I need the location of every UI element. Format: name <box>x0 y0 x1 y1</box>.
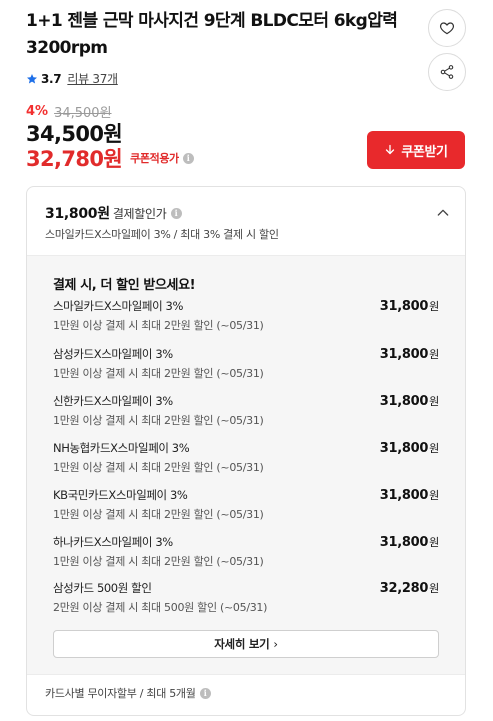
view-details-button[interactable]: 자세히 보기 › <box>53 630 439 658</box>
view-details-label: 자세히 보기 <box>214 637 270 651</box>
get-coupon-label: 쿠폰받기 <box>401 144 448 160</box>
list-item: KB국민카드X스마일페이 3% 1만원 이상 결제 시 최대 2만원 할인 (~… <box>53 487 439 527</box>
heart-icon <box>439 22 455 35</box>
list-item: 삼성카드X스마일페이 3% 1만원 이상 결제 시 최대 2만원 할인 (~05… <box>53 346 439 386</box>
list-item: NH농협카드X스마일페이 3% 1만원 이상 결제 시 최대 2만원 할인 (~… <box>53 440 439 480</box>
download-arrow-icon <box>386 144 395 155</box>
offer-price: 31,800원 <box>379 488 439 503</box>
offer-name: NH농협카드X스마일페이 3% <box>53 441 190 455</box>
coupon-price-row: 32,780원 쿠폰적용가 i <box>26 143 194 173</box>
list-item: 삼성카드 500원 할인 2만원 이상 결제 시 최대 500원 할인 (~05… <box>53 580 439 620</box>
card-offers-panel: 결제 시, 더 할인 받으세요! 스마일카드X스마일페이 3% 1만원 이상 결… <box>27 255 465 675</box>
best-card-subtext: 스마일카드X스마일페이 3% / 최대 3% 결제 시 할인 <box>45 228 279 241</box>
list-item: 신한카드X스마일페이 3% 1만원 이상 결제 시 최대 2만원 할인 (~05… <box>53 393 439 433</box>
best-card-label: 결제할인가 <box>112 206 167 221</box>
offer-price: 32,280원 <box>379 581 439 596</box>
offer-price: 31,800원 <box>379 535 439 550</box>
review-link[interactable]: 리뷰 37개 <box>67 70 118 87</box>
get-coupon-button[interactable]: 쿠폰받기 <box>367 131 465 169</box>
offer-name: 삼성카드 500원 할인 <box>53 581 152 595</box>
offer-price: 31,800원 <box>379 347 439 362</box>
list-item: 하나카드X스마일페이 3% 1만원 이상 결제 시 최대 2만원 할인 (~05… <box>53 534 439 574</box>
share-button[interactable] <box>428 53 466 91</box>
offer-condition: 1만원 이상 결제 시 최대 2만원 할인 (~05/31) <box>53 367 264 380</box>
coupon-price: 32,780원 <box>26 147 123 171</box>
list-item: 스마일카드X스마일페이 3% 1만원 이상 결제 시 최대 2만원 할인 (~0… <box>53 298 439 338</box>
discount-rate: 4% <box>26 104 49 119</box>
offer-name: 신한카드X스마일페이 3% <box>53 394 173 408</box>
star-icon <box>27 73 37 83</box>
offer-condition: 1만원 이상 결제 시 최대 2만원 할인 (~05/31) <box>53 414 264 427</box>
product-title: 1+1 젠블 근막 마사지건 9단계 BLDC모터 6kg압력 3200rpm <box>26 11 398 58</box>
offer-price: 31,800원 <box>379 441 439 456</box>
offer-name: 삼성카드X스마일페이 3% <box>53 347 173 361</box>
offer-price: 31,800원 <box>379 299 439 314</box>
offer-name: 하나카드X스마일페이 3% <box>53 535 173 549</box>
chevron-right-icon: › <box>273 637 278 651</box>
offer-condition: 1만원 이상 결제 시 최대 2만원 할인 (~05/31) <box>53 555 264 568</box>
card-discount-section: 31,800원 결제할인가 i 스마일카드X스마일페이 3% / 최대 3% 결… <box>26 186 466 716</box>
offer-name: 스마일카드X스마일페이 3% <box>53 299 183 313</box>
offer-name: KB국민카드X스마일페이 3% <box>53 488 188 502</box>
best-card-price: 31,800원 <box>45 206 110 222</box>
panel-title: 결제 시, 더 할인 받으세요! <box>53 278 196 293</box>
card-discount-header[interactable]: 31,800원 결제할인가 i 스마일카드X스마일페이 3% / 최대 3% 결… <box>27 187 465 255</box>
wishlist-button[interactable] <box>428 9 466 47</box>
installment-note-row: 카드사별 무이자할부 / 최대 5개월 i <box>45 685 211 701</box>
info-icon[interactable]: i <box>170 207 182 219</box>
chevron-up-icon[interactable] <box>435 205 451 221</box>
rating-score: 3.7 <box>41 71 62 86</box>
rating-row: 3.7 리뷰 37개 <box>26 70 118 87</box>
coupon-applied-label: 쿠폰적용가 <box>130 152 179 165</box>
info-icon[interactable]: i <box>199 687 211 699</box>
info-icon[interactable]: i <box>182 152 194 164</box>
share-icon <box>440 65 454 79</box>
offer-condition: 1만원 이상 결제 시 최대 2만원 할인 (~05/31) <box>53 508 264 521</box>
offer-condition: 1만원 이상 결제 시 최대 2만원 할인 (~05/31) <box>53 461 264 474</box>
offer-condition: 2만원 이상 결제 시 최대 500원 할인 (~05/31) <box>53 601 268 614</box>
offer-condition: 1만원 이상 결제 시 최대 2만원 할인 (~05/31) <box>53 319 264 332</box>
installment-note: 카드사별 무이자할부 / 최대 5개월 <box>45 687 196 700</box>
offer-price: 31,800원 <box>379 394 439 409</box>
